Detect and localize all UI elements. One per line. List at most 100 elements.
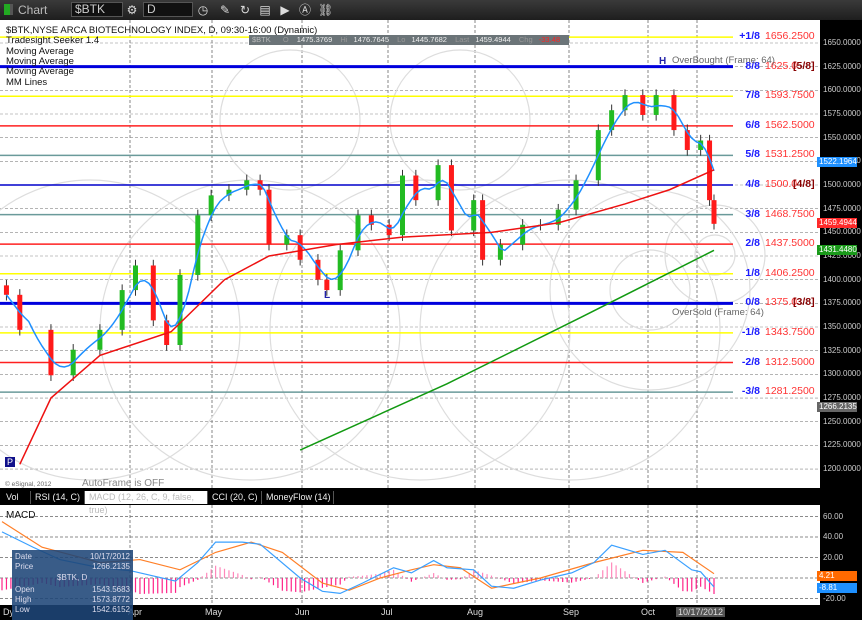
- candle-body: [653, 95, 659, 115]
- info-date-label: Date: [15, 552, 32, 561]
- mm-level-label: -1/8: [741, 325, 760, 338]
- mm-level-value: 1406.2500: [765, 266, 815, 279]
- macd-tick-label: 20.00: [823, 552, 844, 562]
- mm-level-label: 3/8: [745, 207, 760, 220]
- macd-value-tag: -8.81: [817, 583, 857, 593]
- price-tick-label: 1575.0000: [823, 109, 861, 118]
- price-tick-label: 1550.0000: [823, 132, 861, 142]
- price-tick-label: 1375.0000: [823, 298, 861, 308]
- mm-level-label: 4/8: [745, 178, 760, 190]
- p-marker: P: [5, 457, 16, 467]
- candle-body: [177, 274, 183, 345]
- mm-level-label: +1/8: [739, 30, 760, 43]
- mm-frame-tag: [3/8]: [793, 296, 815, 309]
- price-tick-label: 1225.0000: [823, 440, 861, 450]
- mm-level-label: -3/8: [741, 385, 760, 398]
- candle-body: [386, 224, 392, 236]
- signal-value-tag: 4.21: [817, 571, 857, 581]
- mm-level-value: 1312.5000: [765, 355, 815, 368]
- candle-body: [324, 279, 330, 291]
- info-open-label: Open: [15, 585, 35, 594]
- mm-level-value: 1531.2500: [765, 148, 815, 161]
- frame-circle: [219, 49, 361, 191]
- macd-tick-label: 40.00: [823, 532, 844, 541]
- info-high: 1573.8772: [92, 595, 130, 604]
- overbought-label: OverBought (Frame: 64): [672, 55, 775, 66]
- macd-title: MACD: [6, 510, 36, 521]
- tab-macd[interactable]: MACD (12, 26, C, 9, false, true): [85, 491, 208, 515]
- candle-body: [297, 235, 303, 260]
- candle-body: [3, 285, 9, 295]
- info-high-label: High: [15, 595, 32, 604]
- candle-body: [400, 175, 405, 236]
- mm-level-value: 1562.5000: [765, 118, 815, 131]
- quote-low: 1445.7682: [411, 35, 447, 44]
- month-label: Aug: [467, 607, 484, 617]
- tab-rsi[interactable]: RSI (14, C): [31, 491, 85, 504]
- quote-bar: $BTK O 1475.3769 Hi 1476.7645 Lo 1445.76…: [249, 35, 569, 45]
- info-low: 1542.6152: [92, 605, 130, 614]
- info-price-label: Price: [15, 562, 34, 571]
- mm-level-label: 6/8: [745, 118, 760, 131]
- info-price: 1266.2135: [92, 562, 130, 571]
- candle-body: [448, 165, 454, 231]
- candle-body: [195, 215, 201, 275]
- cursor-price-tag: 1266.2135: [817, 402, 857, 412]
- info-symbol: $BTK, D: [57, 573, 88, 582]
- low-marker: L: [324, 290, 331, 301]
- info-low-label: Low: [15, 605, 30, 614]
- price-tick-label: 1200.0000: [823, 464, 861, 473]
- candle-body: [48, 329, 54, 376]
- candle-body: [337, 250, 343, 291]
- quote-label: Last: [455, 35, 470, 44]
- quote-label: Lo: [397, 35, 406, 44]
- last-price-tag: 1459.4944: [817, 218, 857, 228]
- price-tick-label: 1475.0000: [823, 203, 861, 213]
- candle-body: [355, 215, 361, 251]
- quote-label: Hi: [340, 35, 348, 44]
- info-date: 10/17/2012: [89, 552, 130, 561]
- ma-long-line: [299, 249, 715, 451]
- tab-vol[interactable]: Vol: [2, 491, 31, 504]
- mm-level-value: 1437.5000: [765, 237, 815, 250]
- high-marker: H: [659, 56, 667, 67]
- month-label: Sep: [563, 607, 580, 617]
- oversold-label: OverSold (Frame: 64): [672, 307, 764, 318]
- mm-frame-tag: [4/8]: [793, 178, 815, 190]
- tab-moneyflow[interactable]: MoneyFlow (14): [262, 491, 334, 504]
- price-tick-label: 1275.0000: [823, 393, 861, 402]
- candle-body: [480, 200, 486, 260]
- study-label[interactable]: MM Lines: [6, 77, 47, 88]
- price-tick-label: 1400.0000: [823, 274, 861, 284]
- frame-circle: [609, 249, 691, 331]
- macd-tick-label: -20.00: [823, 593, 846, 603]
- mm-level-value: 1468.7500: [765, 207, 815, 220]
- ma-fast-price-tag: 1522.1964: [817, 157, 857, 167]
- mm-level-value: 1343.7500: [765, 325, 815, 338]
- frame-circle: [0, 179, 241, 481]
- quote-high: 1476.7645: [353, 35, 389, 44]
- info-open: 1543.5683: [92, 585, 130, 594]
- month-label: May: [205, 607, 223, 617]
- date-cursor-label: 10/17/2012: [676, 607, 726, 617]
- autoframe-status: AutoFrame is OFF: [82, 478, 165, 489]
- month-label: Jul: [381, 607, 393, 617]
- price-tick-label: 1325.0000: [823, 345, 861, 355]
- copyright: © eSignal, 2012: [5, 481, 52, 488]
- frame-circle: [389, 49, 531, 191]
- tab-cci[interactable]: CCI (20, C): [208, 491, 262, 504]
- price-tick-label: 1600.0000: [823, 85, 861, 95]
- mm-level-value: 1593.7500: [765, 89, 815, 102]
- mm-level-value: 1656.2500: [765, 30, 815, 43]
- frame-circle: [99, 179, 401, 481]
- price-tick-label: 1250.0000: [823, 416, 861, 426]
- price-tick-label: 1500.0000: [823, 180, 861, 189]
- study-label[interactable]: Tradesight Seeker 1.4: [6, 35, 99, 46]
- quote-open: 1475.3769: [296, 35, 333, 44]
- study-label[interactable]: Moving Average: [6, 66, 74, 77]
- price-tick-label: 1450.0000: [823, 227, 861, 237]
- price-tick-label: 1300.0000: [823, 369, 861, 379]
- mm-level-value: 1281.2500: [765, 385, 815, 398]
- month-label: Jun: [295, 607, 310, 617]
- quote-label: O: [282, 35, 289, 44]
